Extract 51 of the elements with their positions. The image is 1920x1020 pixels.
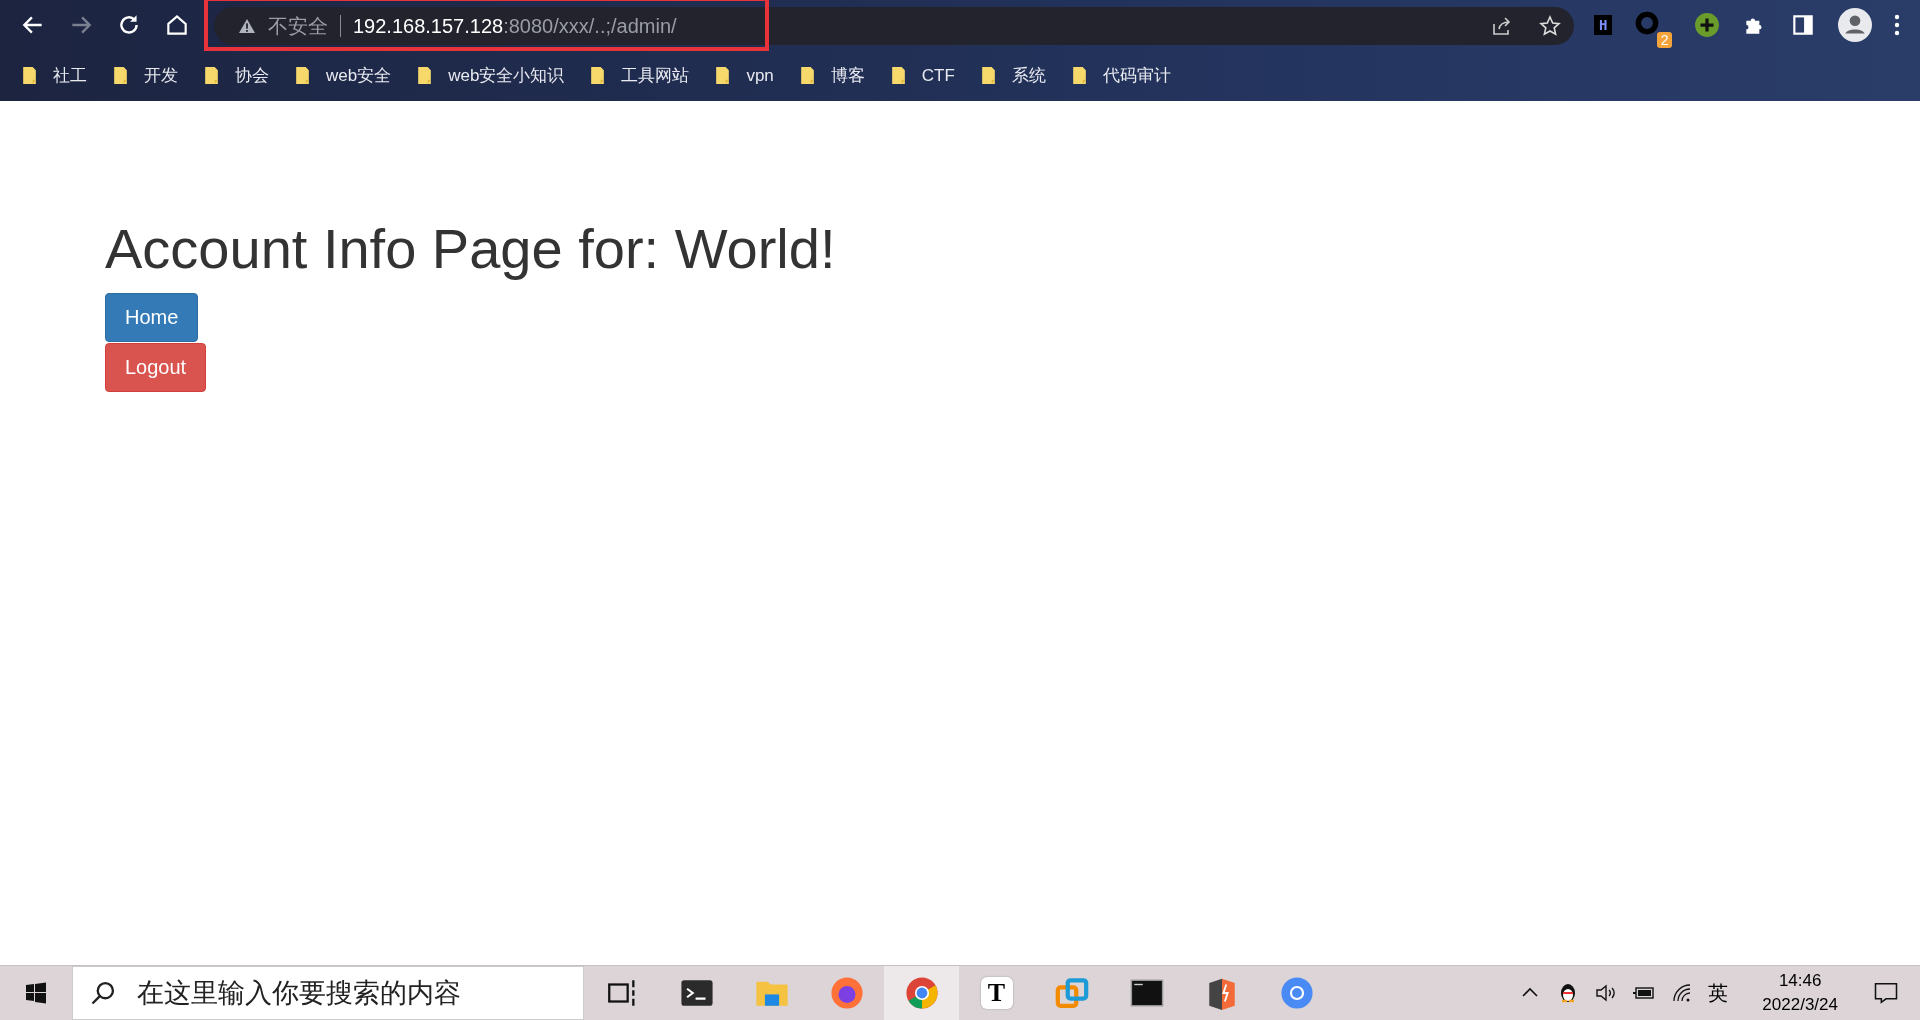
url-path: :8080/xxx/..;/admin/ [503,14,677,38]
folder-icon [22,66,37,85]
home-button[interactable]: Home [105,292,199,342]
warning-icon [238,18,256,34]
browser-globe-icon [829,976,864,1010]
url-host: 192.168.157.128 [353,14,504,38]
address-bar[interactable]: 不安全 192.168.157.128:8080/xxx/..;/admin/ [214,7,1574,45]
clock[interactable]: 14:46 2022/3/24 [1762,969,1838,1017]
extension-icon[interactable]: H [1594,15,1613,35]
bookmark[interactable]: 社工 [53,64,87,87]
folder-icon [1071,66,1087,85]
page-heading: Account Info Page for: World! [105,218,837,280]
bookmark[interactable]: 代码审计 [1102,64,1171,87]
folder-icon [715,66,731,85]
plus-icon[interactable] [1694,12,1721,38]
home-icon[interactable] [164,12,190,38]
overlapping-squares-icon [1054,976,1089,1010]
taskbar-search-field[interactable]: 在这里输入你要搜索的内容 [72,966,584,1020]
bookmark[interactable]: web安全 [326,64,392,87]
bookmark[interactable]: 博客 [830,64,865,87]
chrome-icon [904,976,939,1010]
taskbar-app-button[interactable]: T [959,966,1034,1020]
bookmark[interactable]: vpn [746,65,774,86]
extension-badge: 2 [1656,32,1673,48]
bookmark[interactable]: 开发 [144,64,178,87]
security-label: 不安全 [268,13,328,39]
folder-icon [113,66,128,85]
app-letter-icon: T [980,977,1013,1009]
profile-avatar-icon[interactable] [1838,8,1873,42]
folder-icon [295,66,310,85]
chromium-icon [1279,976,1314,1010]
bookmark[interactable]: 协会 [235,64,269,87]
star-icon[interactable] [1538,14,1562,38]
bookmark[interactable]: 系统 [1011,64,1046,87]
logout-button[interactable]: Logout [105,342,207,392]
input-method-indicator[interactable]: 英 [1708,979,1729,1007]
menu-icon[interactable] [1894,14,1901,36]
folder-icon [204,66,219,85]
windows-start-icon[interactable] [24,981,48,1005]
folder-icon [417,66,433,85]
search-icon [89,979,117,1007]
folder-icon [590,66,606,85]
clock-time: 14:46 [1778,970,1822,992]
bookmark[interactable]: 工具网站 [621,64,690,87]
bookmark[interactable]: web安全小知识 [448,64,565,87]
folder-icon [890,66,906,85]
bookmark[interactable]: CTF [921,65,955,86]
search-placeholder: 在这里输入你要搜索的内容 [137,977,461,1010]
folder-icon [980,66,996,85]
clock-date: 2022/3/24 [1762,994,1838,1016]
folder-icon [799,66,815,85]
